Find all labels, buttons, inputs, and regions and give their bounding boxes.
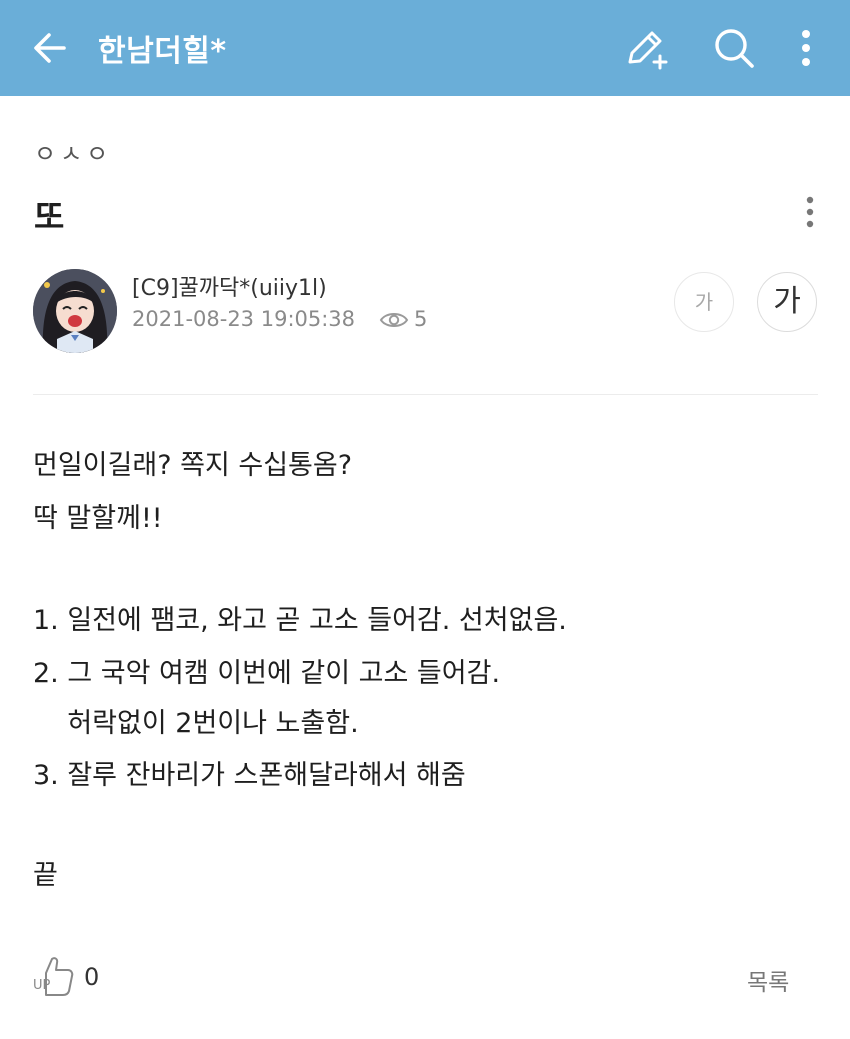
eye-icon — [379, 313, 409, 327]
view-count: 5 — [414, 307, 428, 331]
like-count: 0 — [84, 963, 100, 991]
font-size-increase-button[interactable]: 가 — [757, 272, 817, 332]
body-line: 먼일이길래? 쪽지 수십통옴? — [33, 450, 353, 481]
body-line: 허락없이 2번이나 노출함. — [33, 708, 359, 739]
body-line: 딱 말할께!! — [33, 503, 163, 534]
divider — [33, 394, 818, 395]
body-line: 1. 일전에 팸코, 와고 곧 고소 들어감. 선처없음. — [33, 605, 567, 636]
arrow-left-icon[interactable] — [30, 28, 70, 68]
thumbs-up-icon[interactable]: UP — [32, 953, 76, 999]
search-icon[interactable] — [710, 24, 758, 72]
body-line: 3. 잘루 잔바리가 스폰해달라해서 해줌 — [33, 760, 466, 791]
post-more-icon[interactable] — [796, 192, 824, 232]
post-category: ㅇㅅㅇ — [34, 140, 113, 168]
board-title: 한남더힐* — [98, 34, 227, 69]
author-avatar[interactable] — [33, 269, 117, 353]
font-size-decrease-button[interactable]: 가 — [674, 272, 734, 332]
body-line: 끝 — [33, 860, 58, 891]
post-datetime: 2021-08-23 19:05:38 — [132, 307, 356, 331]
more-vertical-icon[interactable] — [782, 24, 830, 72]
svg-text:UP: UP — [33, 978, 51, 993]
post-title: 또 — [34, 197, 65, 236]
list-button[interactable]: 목록 — [747, 963, 789, 997]
body-line: 2. 그 국악 여캠 이번에 같이 고소 들어감. — [33, 658, 501, 689]
top-app-bar: 한남더힐* — [0, 0, 850, 96]
author-name[interactable]: [C9]꿀까닥*(uiiy1l) — [132, 270, 327, 302]
pencil-plus-icon[interactable] — [622, 24, 670, 72]
